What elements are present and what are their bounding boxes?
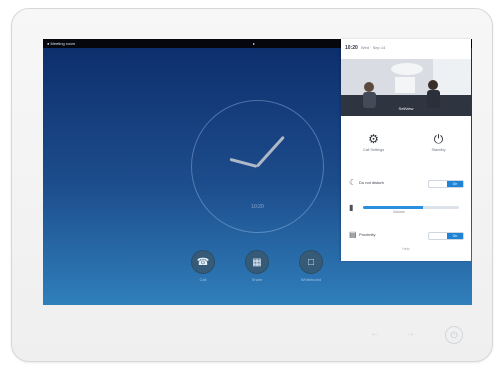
volume-caption: Volume	[393, 210, 405, 214]
settings-icon: ⚙	[368, 132, 379, 146]
signal-icon: ▤	[349, 230, 357, 239]
panel-time: 10:20	[345, 45, 358, 51]
power-icon: ⏻	[433, 132, 444, 146]
calendar-icon[interactable]: ▦	[245, 250, 269, 274]
call-action[interactable]: ☎ Call	[183, 250, 223, 282]
share-label: Share	[251, 277, 263, 282]
volume-row[interactable]: ▮ Volume	[341, 200, 471, 216]
standby-label: Standby	[431, 148, 446, 152]
dnd-label: Do not disturb	[359, 180, 384, 185]
standby-button[interactable]: ⏻ Standby	[411, 132, 466, 152]
share-action[interactable]: ▦ Share	[237, 250, 277, 282]
dnd-row[interactable]: ☾ Do not disturb On	[341, 175, 471, 191]
proximity-label: Proximity	[359, 232, 376, 237]
speaker-icon: ▮	[349, 203, 354, 212]
action-bar: ☎ Call ▦ Share □ Whiteboard	[43, 250, 343, 300]
settings-panel: 10:20 Wed · Sep 14 Selfview ⚙ Call Setti…	[341, 39, 471, 261]
proximity-toggle[interactable]: On	[428, 232, 464, 240]
moon-icon: ☾	[349, 178, 357, 187]
help-link[interactable]: Help	[341, 247, 471, 251]
selfview-label: Selfview	[398, 106, 414, 111]
panel-date: Wed · Sep 14	[360, 45, 386, 50]
clock-caption: 10:20	[251, 204, 264, 210]
call-label: Call	[199, 277, 207, 282]
phone-icon[interactable]: ☎	[191, 250, 215, 274]
clock-widget: 10:20	[191, 100, 324, 233]
whiteboard-icon[interactable]: □	[299, 250, 323, 274]
panel-quick-actions: ⚙ Call Settings ⏻ Standby	[341, 132, 471, 166]
proximity-row[interactable]: ▤ Proximity On	[341, 227, 471, 243]
volume-fill	[363, 206, 423, 209]
dnd-toggle[interactable]: On	[428, 180, 464, 188]
call-settings-button[interactable]: ⚙ Call Settings	[346, 132, 401, 152]
call-settings-label: Call Settings	[362, 148, 385, 152]
panel-header: 10:20 Wed · Sep 14	[345, 43, 467, 53]
volume-slider[interactable]	[363, 206, 459, 209]
home-icon[interactable]: →	[405, 328, 415, 339]
whiteboard-label: Whiteboard	[300, 277, 322, 282]
status-left-text: ● Meeting room	[47, 41, 75, 46]
selfview-video[interactable]: Selfview	[341, 59, 471, 116]
back-icon[interactable]: ←	[370, 328, 380, 339]
dnd-toggle-state: On	[447, 181, 463, 187]
whiteboard-action[interactable]: □ Whiteboard	[291, 250, 331, 282]
proximity-toggle-state: On	[447, 233, 463, 239]
chat-bubble-icon[interactable]: ▸	[253, 39, 255, 48]
device-power-icon[interactable]: ⏻	[445, 326, 463, 344]
